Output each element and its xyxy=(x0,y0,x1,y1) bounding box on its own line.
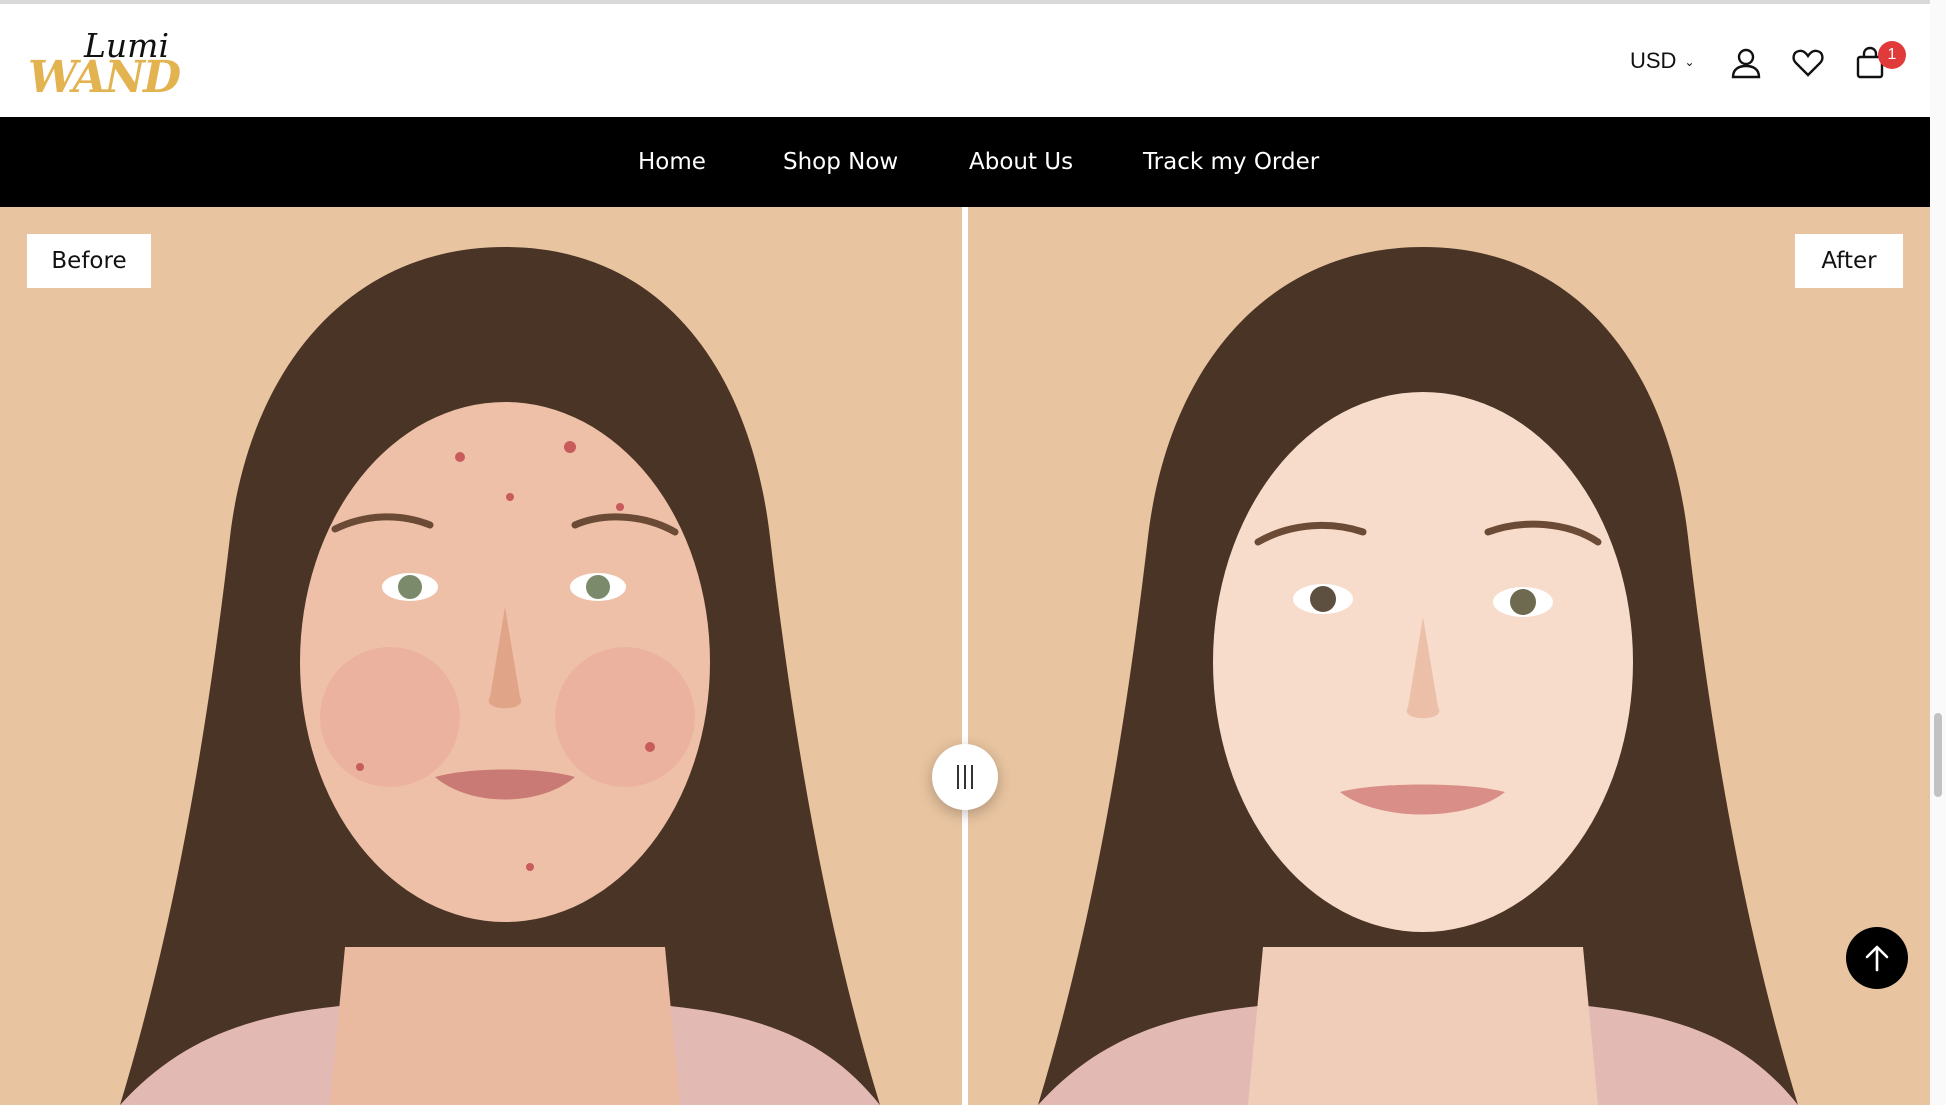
after-label: After xyxy=(1795,234,1903,288)
scrollbar-thumb[interactable] xyxy=(1934,713,1942,797)
nav-item-home[interactable]: Home xyxy=(638,117,706,207)
comparison-slider-handle[interactable] xyxy=(932,744,998,810)
chevron-down-icon: ⌄ xyxy=(1684,55,1695,69)
scroll-to-top-button[interactable] xyxy=(1846,927,1908,989)
logo-text-bottom: WAND xyxy=(28,52,181,103)
logo[interactable]: Lumi WAND xyxy=(28,26,181,103)
cart-count-badge: 1 xyxy=(1878,41,1906,69)
before-after-comparison[interactable]: Before After xyxy=(0,207,1930,1105)
nav-item-about-us[interactable]: About Us xyxy=(969,117,1073,207)
page-scrollbar[interactable] xyxy=(1930,0,1946,1105)
main-nav: Home Shop Now About Us Track my Order xyxy=(0,117,1930,207)
wishlist-heart-icon[interactable] xyxy=(1791,46,1825,80)
currency-selector[interactable]: USD ⌄ xyxy=(1630,48,1695,74)
arrow-up-icon xyxy=(1865,945,1889,972)
currency-value: USD xyxy=(1630,48,1677,73)
before-image: Before xyxy=(0,207,962,1105)
nav-item-track-order[interactable]: Track my Order xyxy=(1143,117,1319,207)
after-image: After xyxy=(968,207,1930,1105)
account-icon[interactable] xyxy=(1729,46,1763,80)
nav-item-shop-now[interactable]: Shop Now xyxy=(783,117,898,207)
before-label: Before xyxy=(27,234,151,288)
site-header: Lumi WAND USD ⌄ 1 xyxy=(0,4,1930,117)
drag-handle-icon xyxy=(957,765,973,789)
